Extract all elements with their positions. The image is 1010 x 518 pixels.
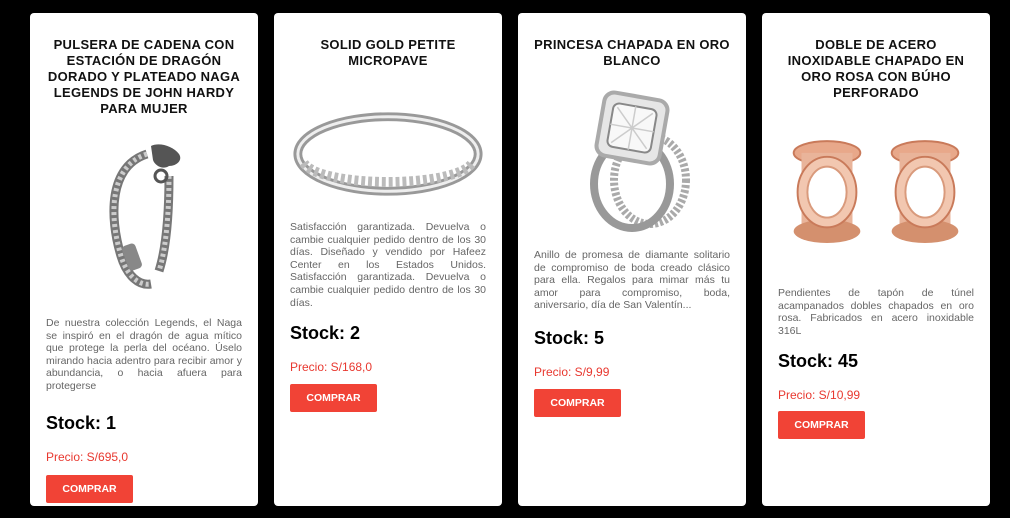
stock-label: Stock: 1	[46, 412, 117, 433]
buy-button[interactable]: COMPRAR	[290, 384, 377, 413]
product-title: SOLID GOLD PETITE MICROPAVE	[320, 37, 456, 68]
buy-button[interactable]: COMPRAR	[534, 388, 621, 417]
stock-label: Stock: 2	[290, 323, 361, 344]
stock-label: Stock: 45	[778, 351, 859, 372]
buy-button[interactable]: COMPRAR	[778, 411, 865, 440]
tunnel-plugs-image	[778, 117, 974, 277]
product-title: DOBLE DE ACERO INOXIDABLE CHAPADO EN ORO…	[787, 37, 965, 100]
price-label: Precio: S/695,0	[46, 449, 129, 464]
product-description: Satisfacción garantizada. Devuelva o cam…	[290, 221, 486, 309]
product-description: Anillo de promesa de diamante solitario …	[534, 249, 730, 312]
product-description: De nuestra colección Legends, el Naga se…	[46, 317, 242, 392]
price-label: Precio: S/9,99	[534, 364, 610, 379]
buy-button[interactable]: COMPRAR	[46, 474, 133, 503]
product-card: DOBLE DE ACERO INOXIDABLE CHAPADO EN ORO…	[762, 13, 990, 506]
product-card: SOLID GOLD PETITE MICROPAVE Satisfacción…	[274, 13, 502, 506]
product-description: Pendientes de tapón de túnel acampanados…	[778, 287, 974, 337]
product-card: PULSERA DE CADENA CON ESTACIÓN DE DRAGÓN…	[30, 13, 258, 506]
engagement-ring-image	[534, 77, 730, 237]
stock-label: Stock: 5	[534, 327, 605, 348]
ring-image	[290, 91, 486, 217]
price-label: Precio: S/168,0	[290, 360, 373, 375]
price-label: Precio: S/10,99	[778, 388, 861, 403]
product-card: PRINCESA CHAPADA EN ORO BLANCO Anillo de…	[518, 13, 746, 506]
product-title: PULSERA DE CADENA CON ESTACIÓN DE DRAGÓN…	[47, 37, 241, 116]
bracelet-image	[46, 127, 242, 305]
product-title: PRINCESA CHAPADA EN ORO BLANCO	[534, 37, 730, 68]
